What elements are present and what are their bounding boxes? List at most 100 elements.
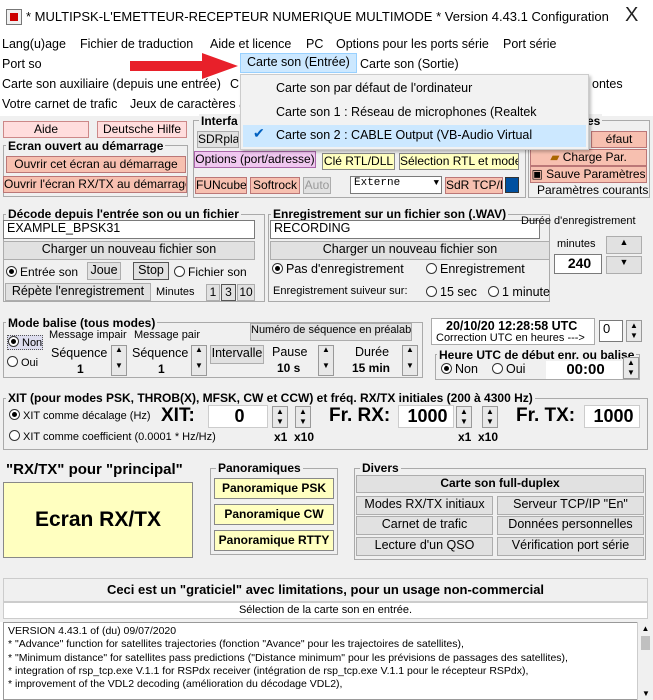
utc-start-yes-radio[interactable]: Oui [492,362,525,376]
utc-correction-value[interactable]: 0 [599,320,623,342]
duration-beacon-value: 15 min [352,361,391,375]
tx-value[interactable]: 1000 [584,405,640,428]
rtl-selection-button[interactable]: Sélection RTL et mode [399,153,519,170]
version-log[interactable]: VERSION 4.43.1 of (du) 09/07/2020 * "Adv… [3,622,638,700]
pause-spinner[interactable]: ▲ ▼ [318,345,334,376]
sdr-tcpip-button[interactable]: SdR TCP/IP [445,177,503,194]
panoramics-title: Panoramiques [216,461,303,475]
utc-correction-label: Correction UTC en heures ---> [436,332,585,344]
minutes-3-button[interactable]: 3 [221,284,236,301]
qso-reading-button[interactable]: Lecture d'un QSO [356,537,493,556]
sdrplay-button[interactable]: SDRplay [197,131,239,148]
recording-radio[interactable]: Enregistrement [426,262,525,276]
duration-beacon-spinner[interactable]: ▲ ▼ [402,345,418,376]
xit-x10-spinner[interactable]: ▲ ▼ [295,406,311,428]
follow-15s-radio[interactable]: 15 sec [426,285,477,299]
utc-start-spinner[interactable]: ▲ ▼ [623,357,639,379]
personal-data-button[interactable]: Données personnelles [497,516,644,535]
help-button[interactable]: Aide [3,121,89,138]
beacon-yes-radio[interactable]: Oui [7,356,38,369]
preliminary-sequence-button[interactable]: Numéro de séquence en préalable [250,323,412,341]
sound-input-radio[interactable]: Entrée son [6,265,78,279]
beacon-yes-label: Oui [21,357,39,369]
cw-panoramic-button[interactable]: Panoramique CW [214,504,334,525]
menu-sound-input[interactable]: Carte son (Entrée) [240,53,357,73]
tcp-server-button[interactable]: Serveur TCP/IP "En" [497,496,644,515]
psk-panoramic-button[interactable]: Panoramique PSK [214,478,334,499]
sequence-even-spinner[interactable]: ▲ ▼ [191,345,207,376]
menu-pc[interactable]: PC [306,37,323,51]
open-this-screen-button[interactable]: Ouvrir cet écran au démarrage [6,156,186,173]
menu-help-license[interactable]: Aide et licence [210,37,291,51]
decode-file-input[interactable]: EXAMPLE_BPSK31 [3,220,255,239]
full-duplex-button[interactable]: Carte son full-duplex [356,475,644,493]
rx-value[interactable]: 1000 [398,405,454,428]
recording-file-input[interactable]: RECORDING [270,220,540,239]
menu-language[interactable]: Lang(u)age [2,37,66,51]
close-button[interactable]: X [625,5,638,25]
follow-1min-radio[interactable]: 1 minute [488,285,550,299]
xit-coef-radio[interactable]: XIT comme coefficient (0.0001 * Hz/Hz) [9,430,216,443]
german-help-button[interactable]: Deutsche Hilfe [97,121,187,138]
dropdown-item-card2[interactable]: Carte son 2 : CABLE Output (VB-Audio Vir… [276,128,532,142]
stop-button[interactable]: Stop [133,262,169,280]
menu-sound-output[interactable]: Carte son (Sortie) [360,57,459,71]
repeat-recording-button[interactable]: Répète l'enregistrement [5,283,151,301]
menu-translation-file[interactable]: Fichier de traduction [80,37,193,51]
load-decode-file-button[interactable]: Charger un nouveau fichier son [3,241,255,260]
softrock-button[interactable]: Softrock [250,177,300,194]
beacon-no-radio[interactable]: Non [7,335,44,350]
xit-offset-radio[interactable]: XIT comme décalage (Hz) [9,409,151,422]
utc-correction-spinner[interactable]: ▲ ▼ [626,320,642,342]
menu-serial-port[interactable]: Port série [503,37,557,51]
menu-charsets[interactable]: Jeux de caractères a [130,97,246,111]
save-params-button[interactable]: ▣ Sauve Paramètres [530,166,647,183]
menu-sound-port[interactable]: Port so [2,57,42,71]
duration-up-button[interactable]: ▲ [606,236,642,254]
scroll-thumb[interactable] [641,636,650,650]
sdr-tcp-checkbox[interactable] [505,177,519,193]
triangle-up-icon: ▲ [627,358,635,367]
triangle-up-icon: ▲ [276,407,284,416]
open-rxtx-screen-button[interactable]: Ouvrir l'écran RX/TX au démarrage [3,176,187,193]
initial-modes-button[interactable]: Modes RX/TX initiaux [356,496,493,515]
log-scrollbar[interactable]: ▲ ▼ [637,622,653,700]
port-options-button[interactable]: Options (port/adresse) [194,151,316,168]
menu-serial-options[interactable]: Options pour les ports série [336,37,489,51]
rtty-panoramic-button[interactable]: Panoramique RTTY [214,530,334,551]
rtl-dll-key-button[interactable]: Clé RTL/DLL [322,153,395,170]
xit-x1-spinner[interactable]: ▲ ▼ [272,406,288,428]
logbook-button[interactable]: Carnet de trafic [356,516,493,535]
sequence-odd-label: Séquence [51,346,108,360]
load-params-button[interactable]: ▰ Charge Par. [530,149,647,166]
interval-button[interactable]: Intervalle [210,345,264,364]
triangle-up-icon: ▲ [115,345,123,354]
load-recording-file-button[interactable]: Charger un nouveau fichier son [270,241,550,260]
rx-x1-spinner[interactable]: ▲ ▼ [456,406,472,428]
default-button[interactable]: éfaut [591,131,647,148]
minutes-10-button[interactable]: 10 [237,284,255,301]
scroll-down-icon[interactable]: ▼ [638,689,653,698]
sound-file-radio[interactable]: Fichier son [174,265,247,279]
rxtx-screen-button[interactable]: Ecran RX/TX [3,482,193,558]
utc-start-time[interactable]: 00:00 [546,361,622,379]
serial-check-button[interactable]: Vérification port série [497,537,644,556]
rx-x10-spinner[interactable]: ▲ ▼ [482,406,498,428]
externe-select[interactable]: Externe ▼ [350,176,442,194]
play-button[interactable]: Joue [87,262,121,280]
no-recording-radio[interactable]: Pas d'enregistrement [272,262,404,276]
funcube-button[interactable]: FUNcube [195,177,247,194]
duration-value[interactable]: 240 [554,254,602,274]
menu-ontes[interactable]: ontes [592,77,623,91]
menu-logbook[interactable]: Votre carnet de trafic [2,97,117,111]
xit-value[interactable]: 0 [208,405,268,428]
dropdown-item-card1[interactable]: Carte son 1 : Réseau de microphones (Rea… [276,105,537,119]
minutes-1-button[interactable]: 1 [206,284,220,301]
utc-start-no-radio[interactable]: Non [441,362,478,376]
dropdown-item-default[interactable]: Carte son par défaut de l'ordinateur [276,81,472,95]
auto-button[interactable]: Auto [303,177,331,194]
duration-down-button[interactable]: ▼ [606,256,642,274]
sequence-odd-spinner[interactable]: ▲ ▼ [111,345,127,376]
scroll-up-icon[interactable]: ▲ [638,624,653,633]
radio-off-icon [426,286,437,297]
